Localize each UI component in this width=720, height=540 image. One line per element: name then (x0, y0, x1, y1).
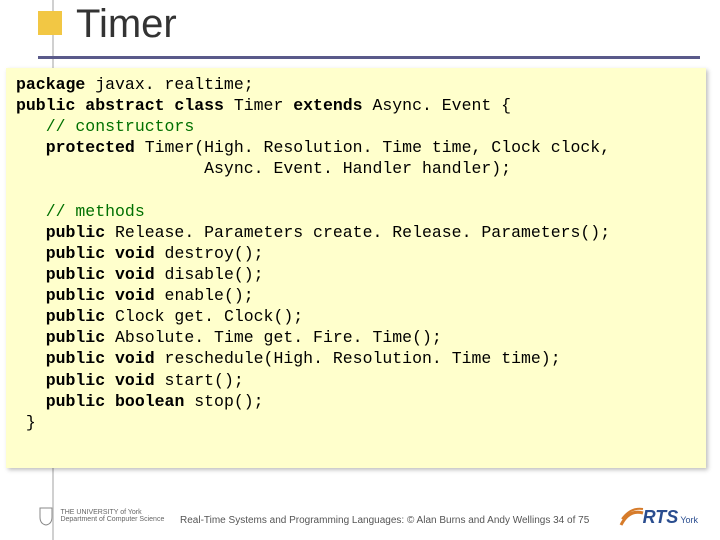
kw-extends: extends (293, 96, 362, 115)
kw-void: void (115, 371, 155, 390)
kw-void: void (115, 286, 155, 305)
code-text: Release. Parameters create. Release. Par… (105, 223, 610, 242)
code-text: Timer (224, 96, 293, 115)
code-text: disable(); (155, 265, 264, 284)
rts-text: RTS (643, 507, 679, 527)
kw-public: public (16, 328, 105, 347)
code-text (105, 371, 115, 390)
kw-void: void (115, 265, 155, 284)
code-text (105, 286, 115, 305)
page-title: Timer (76, 2, 177, 47)
kw-public: public (16, 307, 105, 326)
kw-public: public (16, 244, 105, 263)
code-text: Async. Event. Handler handler); (16, 159, 511, 178)
kw-public: public (16, 349, 105, 368)
code-text: Clock get. Clock(); (105, 307, 303, 326)
kw-public: public (16, 371, 105, 390)
code-text: } (16, 413, 36, 432)
comment-methods: // methods (16, 202, 145, 221)
code-text (105, 244, 115, 263)
title-bullet-icon (38, 11, 62, 35)
shield-icon (38, 506, 54, 526)
kw-public: public (16, 286, 105, 305)
kw-void: void (115, 244, 155, 263)
rts-logo: RTSYork (643, 507, 698, 528)
kw-public: public (16, 223, 105, 242)
kw-public: public (16, 265, 105, 284)
kw-void: void (115, 349, 155, 368)
kw-boolean: boolean (115, 392, 184, 411)
dept-line2: Department of Computer Science (60, 516, 164, 523)
code-text: stop(); (184, 392, 263, 411)
code-text: Async. Event { (363, 96, 512, 115)
code-text: javax. realtime; (85, 75, 253, 94)
code-text (105, 265, 115, 284)
title-underline (38, 56, 700, 59)
code-text (105, 392, 115, 411)
dept-logo: THE UNIVERSITY of York Department of Com… (38, 506, 168, 528)
comment-constructors: // constructors (16, 117, 194, 136)
code-text: start(); (155, 371, 244, 390)
footer: THE UNIVERSITY of York Department of Com… (0, 504, 720, 532)
swoosh-icon (619, 505, 645, 531)
kw-public-abstract-class: public abstract class (16, 96, 224, 115)
footer-caption: Real-Time Systems and Programming Langua… (180, 515, 589, 526)
kw-public: public (16, 392, 105, 411)
code-text: Absolute. Time get. Fire. Time(); (105, 328, 442, 347)
dept-line1: THE UNIVERSITY of York (60, 509, 141, 516)
kw-package: package (16, 75, 85, 94)
code-text: destroy(); (155, 244, 264, 263)
code-text: enable(); (155, 286, 254, 305)
code-text: reschedule(High. Resolution. Time time); (155, 349, 561, 368)
code-text: Timer(High. Resolution. Time time, Clock… (135, 138, 610, 157)
code-block: package javax. realtime; public abstract… (6, 68, 706, 468)
kw-protected: protected (16, 138, 135, 157)
rts-sub: York (680, 515, 698, 525)
code-text (105, 349, 115, 368)
